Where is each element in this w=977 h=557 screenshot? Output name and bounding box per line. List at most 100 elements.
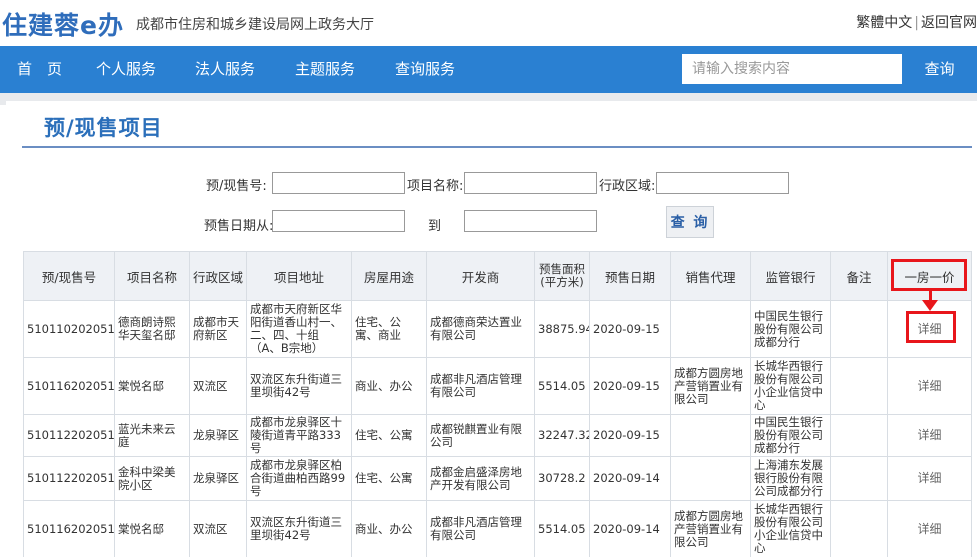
cell-area: 30728.2 (534, 456, 590, 501)
col-header-usage: 房屋用途 (351, 251, 427, 301)
page-title: 预/现售项目 (44, 115, 163, 140)
col-header-remark: 备注 (830, 251, 888, 301)
detail-link[interactable]: 详细 (887, 414, 972, 457)
cell-district: 龙泉驿区 (189, 456, 247, 501)
col-header-district: 行政区域 (189, 251, 247, 301)
cell-bank: 长城华西银行股份有限公司小企业信贷中心 (750, 500, 831, 557)
cell-address: 成都市龙泉驿区柏合街道曲柏西路99号 (246, 456, 352, 501)
col-header-date: 预售日期 (589, 251, 671, 301)
date-to-input[interactable] (464, 210, 597, 232)
cell-presale-no: 51011620205153 (23, 357, 115, 415)
cell-bank: 上海浦东发展银行股份有限公司成都分行 (750, 456, 831, 501)
cell-agent: 成都方圆房地产营销置业有限公司 (670, 500, 751, 557)
col-header-developer: 开发商 (426, 251, 535, 301)
cell-bank: 中国民生银行股份有限公司成都分行 (750, 414, 831, 457)
cell-address: 成都市龙泉驿区十陵街道青平路333号 (246, 414, 352, 457)
table-row: 51011220205154 蓝光未来云庭 龙泉驿区 成都市龙泉驿区十陵街道青平… (23, 414, 972, 457)
annotation-arrow-down-icon (922, 300, 938, 311)
col-header-address: 项目地址 (246, 251, 352, 301)
search-input[interactable]: 请输入搜索内容 (682, 54, 902, 84)
nav-item-query[interactable]: 查询服务 (395, 46, 455, 93)
cell-agent (670, 300, 751, 358)
cell-developer: 成都德商荣达置业有限公司 (426, 300, 535, 358)
presale-no-input[interactable] (272, 172, 405, 194)
table-row: 51011220205152 金科中梁美院小区 龙泉驿区 成都市龙泉驿区柏合街道… (23, 456, 972, 501)
cell-district: 双流区 (189, 500, 247, 557)
cell-address: 双流区东升街道三里坝街42号 (246, 500, 352, 557)
col-header-project-name: 项目名称 (114, 251, 190, 301)
cell-bank: 长城华西银行股份有限公司小企业信贷中心 (750, 357, 831, 415)
cell-usage: 住宅、公寓 (351, 414, 427, 457)
cell-area: 32247.32 (534, 414, 590, 457)
cell-remark (830, 357, 888, 415)
presale-table: 预/现售号 项目名称 行政区域 项目地址 房屋用途 开发商 预售面积(平方米) … (23, 251, 972, 557)
cell-remark (830, 500, 888, 557)
cell-developer: 成都非凡酒店管理有限公司 (426, 500, 535, 557)
cell-project-name: 棠悦名邸 (114, 357, 190, 415)
district-label: 行政区域: (599, 179, 656, 194)
annotation-highlight-header (891, 259, 967, 291)
link-separator: | (914, 15, 919, 31)
cell-project-name: 棠悦名邸 (114, 500, 190, 557)
nav-item-personal[interactable]: 个人服务 (96, 46, 156, 93)
col-header-presale-no: 预/现售号 (23, 251, 115, 301)
cell-project-name: 德商朗诗熙华天玺名邸 (114, 300, 190, 358)
cell-presale-no: 51011620205153 (23, 500, 115, 557)
col-header-agent: 销售代理 (670, 251, 751, 301)
detail-link[interactable]: 详细 (887, 357, 972, 415)
cell-usage: 商业、办公 (351, 357, 427, 415)
cell-date: 2020-09-14 (589, 456, 671, 501)
cell-project-name: 金科中梁美院小区 (114, 456, 190, 501)
cell-date: 2020-09-15 (589, 414, 671, 457)
cell-district: 龙泉驿区 (189, 414, 247, 457)
cell-address: 成都市天府新区华阳街道香山村一、二、四、十组（A、B宗地） (246, 300, 352, 358)
cell-remark (830, 414, 888, 457)
cell-remark (830, 300, 888, 358)
cell-date: 2020-09-15 (589, 357, 671, 415)
site-name: 成都市住房和城乡建设局网上政务大厅 (136, 17, 374, 33)
cell-area: 38875.94 (534, 300, 590, 358)
cell-remark (830, 456, 888, 501)
cell-agent (670, 414, 751, 457)
cell-agent (670, 456, 751, 501)
cell-usage: 住宅、公寓、商业 (351, 300, 427, 358)
cell-developer: 成都锐麒置业有限公司 (426, 414, 535, 457)
district-input[interactable] (656, 172, 789, 194)
col-header-bank: 监管银行 (750, 251, 831, 301)
title-divider (22, 146, 972, 148)
cell-district: 成都市天府新区 (189, 300, 247, 358)
site-logo[interactable]: 住建蓉e办 (2, 6, 124, 42)
cell-developer: 成都非凡酒店管理有限公司 (426, 357, 535, 415)
cell-project-name: 蓝光未来云庭 (114, 414, 190, 457)
table-row: 51011020205156 德商朗诗熙华天玺名邸 成都市天府新区 成都市天府新… (23, 300, 972, 358)
nav-item-home[interactable]: 首 页 (17, 46, 62, 93)
cell-area: 5514.05 (534, 357, 590, 415)
nav-item-legal[interactable]: 法人服务 (195, 46, 255, 93)
cell-presale-no: 51011020205156 (23, 300, 115, 358)
main-nav: 首 页 个人服务 法人服务 主题服务 查询服务 请输入搜索内容 查询 (0, 46, 977, 93)
cell-date: 2020-09-15 (589, 300, 671, 358)
traditional-chinese-link[interactable]: 繁體中文 (856, 15, 912, 31)
presale-no-label: 预/现售号: (206, 179, 267, 194)
col-header-area: 预售面积(平方米) (534, 251, 590, 301)
cell-district: 双流区 (189, 357, 247, 415)
detail-link[interactable]: 详细 (887, 456, 972, 501)
cell-date: 2020-09-14 (589, 500, 671, 557)
date-from-label: 预售日期从: (204, 219, 274, 234)
cell-bank: 中国民生银行股份有限公司成都分行 (750, 300, 831, 358)
cell-usage: 住宅、公寓 (351, 456, 427, 501)
cell-area: 5514.05 (534, 500, 590, 557)
date-to-label: 到 (428, 219, 442, 234)
detail-link[interactable]: 详细 (887, 500, 972, 557)
date-from-input[interactable] (272, 210, 405, 232)
table-row: 51011620205153 棠悦名邸 双流区 双流区东升街道三里坝街42号 商… (23, 500, 972, 557)
query-button[interactable]: 查 询 (666, 206, 714, 238)
search-button[interactable]: 查询 (902, 54, 977, 84)
project-name-input[interactable] (464, 172, 597, 194)
cell-presale-no: 51011220205154 (23, 414, 115, 457)
project-name-label: 项目名称: (407, 179, 464, 194)
cell-address: 双流区东升街道三里坝街42号 (246, 357, 352, 415)
cell-usage: 商业、办公 (351, 500, 427, 557)
nav-item-topic[interactable]: 主题服务 (295, 46, 355, 93)
back-home-link[interactable]: 返回官网 (921, 15, 977, 31)
